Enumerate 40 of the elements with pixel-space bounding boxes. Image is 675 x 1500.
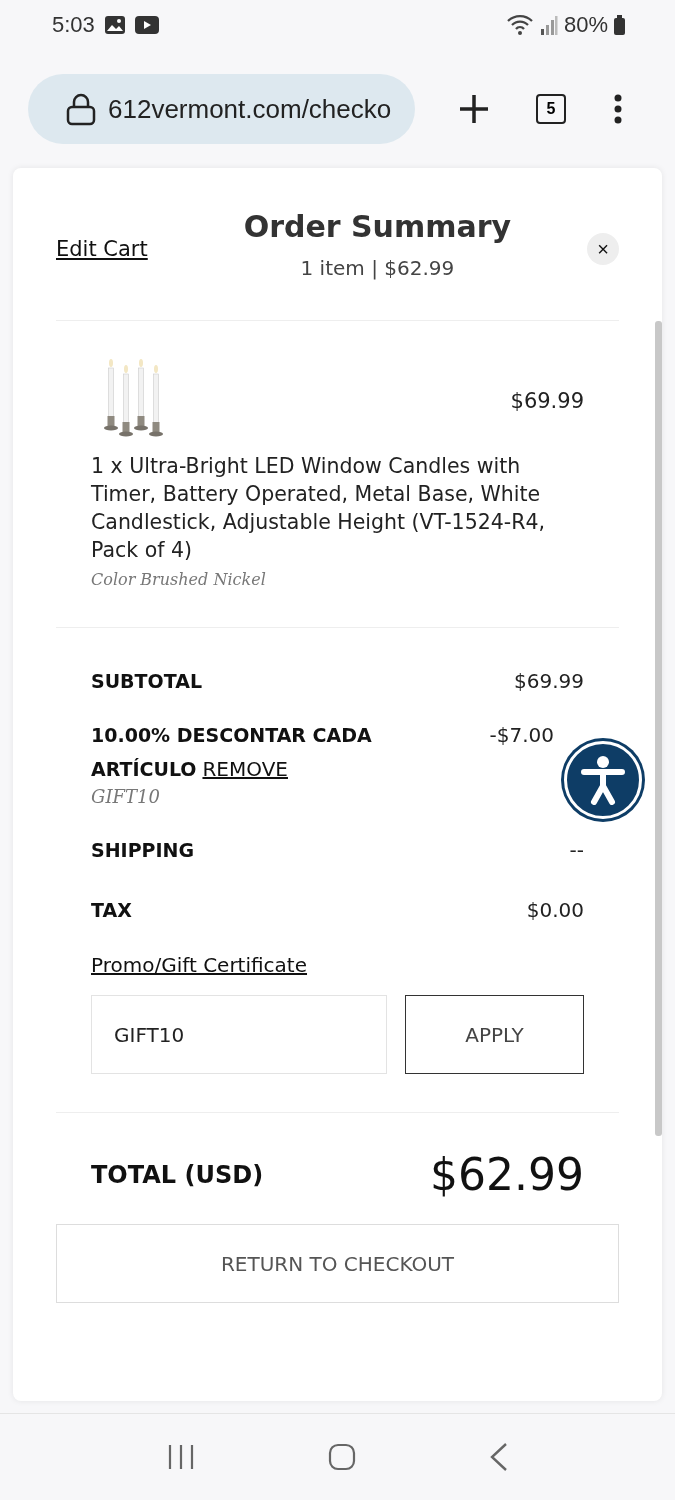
video-icon — [134, 16, 159, 34]
menu-icon[interactable] — [613, 94, 624, 124]
product-name: 1 x Ultra-Bright LED Window Candles with Timer, Battery Operated, Metal Base, White Candlestick, Adjustable Height (VT-1524-R4, Pack of 4) — [91, 453, 546, 564]
accessibility-button[interactable] — [564, 741, 642, 819]
accessibility-icon — [581, 755, 625, 805]
product-option: Color Brushed Nickel — [91, 570, 584, 589]
battery-icon — [614, 15, 625, 35]
signal-icon — [539, 15, 558, 35]
back-icon[interactable] — [488, 1442, 509, 1472]
close-button[interactable]: × — [587, 233, 619, 265]
summary-value: $0.00 — [526, 897, 584, 924]
summary-label: SUBTOTAL — [91, 669, 202, 694]
return-to-checkout-button[interactable]: RETURN TO CHECKOUT — [56, 1224, 619, 1303]
apply-button[interactable]: APPLY — [405, 995, 584, 1074]
promo-code-field[interactable]: GIFT10 — [91, 995, 387, 1074]
discount-code: GIFT10 — [91, 786, 161, 807]
remove-link[interactable]: REMOVE — [202, 757, 288, 781]
address-bar[interactable]: 612vermont.com/checko — [28, 74, 415, 144]
total-label: TOTAL (USD) — [91, 1161, 264, 1189]
wifi-icon — [505, 14, 534, 36]
panel-title: Order Summary — [243, 208, 512, 244]
clock: 5:03 — [52, 12, 95, 38]
lock-icon — [66, 92, 96, 126]
summary-label: TAX — [91, 898, 132, 923]
promo-link[interactable]: Promo/Gift Certificate — [91, 953, 307, 977]
discount-label: 10.00% DESCONTAR CADA ARTÍCULO REMOVE — [91, 723, 373, 783]
discount-value: -$7.00 — [489, 722, 554, 749]
summary-label: SHIPPING — [91, 838, 195, 863]
summary-value: -- — [569, 837, 584, 864]
home-icon[interactable] — [327, 1443, 356, 1471]
total-value: $62.99 — [430, 1149, 584, 1201]
tab-count-button[interactable]: 5 — [536, 94, 566, 124]
item-count: 1 item | $62.99 — [300, 255, 455, 280]
recent-apps-icon[interactable] — [166, 1443, 195, 1471]
edit-cart-link[interactable]: Edit Cart — [56, 237, 148, 261]
image-icon — [104, 16, 125, 34]
plus-icon[interactable] — [458, 94, 489, 124]
battery-level: 80% — [563, 12, 608, 38]
summary-value: $69.99 — [514, 668, 584, 695]
item-price: $69.99 — [510, 389, 584, 413]
